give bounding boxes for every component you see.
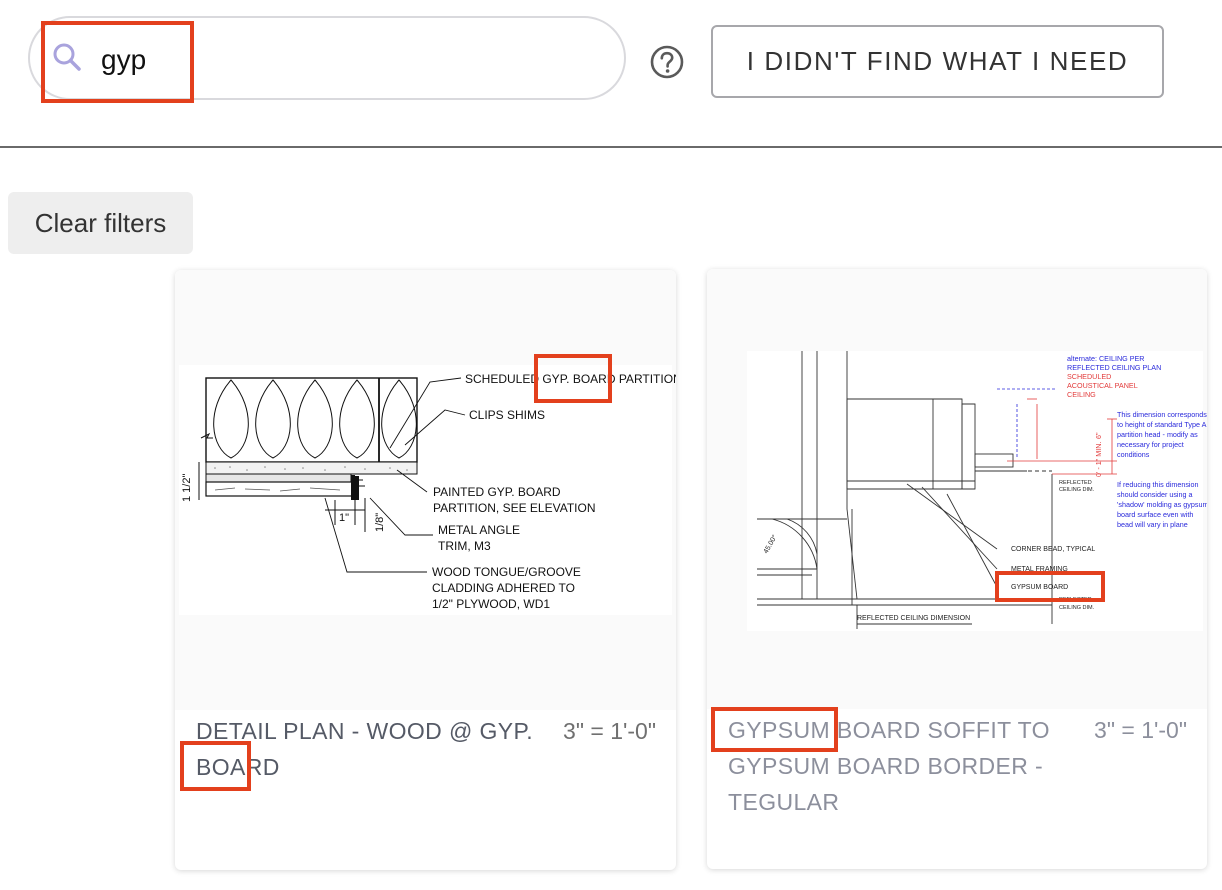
result-thumbnail: alternate: CEILING PER REFLECTED CEILING…: [707, 269, 1207, 709]
drawing-label: REFLECTED CEILING DIMENSION: [857, 615, 970, 622]
drawing-note: 0' - 1" MIN.: [1094, 442, 1103, 477]
result-scale: 3" = 1'-0": [563, 718, 656, 744]
drawing-label: 1/8": [374, 513, 386, 532]
drawing-label: CLADDING ADHERED TO: [432, 581, 575, 595]
result-title[interactable]: DETAIL PLAN - WOOD @ GYP. BOARD: [196, 713, 536, 785]
drawing-note: This dimension corresponds: [1117, 410, 1207, 419]
clear-filters-button[interactable]: Clear filters: [8, 192, 193, 254]
search-input[interactable]: [101, 40, 581, 80]
drawing-label: 1/2" PLYWOOD, WD1: [432, 597, 550, 611]
drawing-note: alternate: CEILING PER: [1067, 354, 1145, 363]
question-circle-icon[interactable]: [649, 44, 685, 80]
drawing-label: PAINTED GYP. BOARD: [433, 485, 561, 499]
drawing-note: 6": [1094, 432, 1103, 439]
drawing-note: ACOUSTICAL PANEL: [1067, 381, 1138, 390]
drawing-note: partition head - modify as: [1117, 430, 1198, 439]
drawing-note: 'shadow' molding as gypsum: [1117, 500, 1207, 509]
drawing-note: conditions: [1117, 450, 1150, 459]
drawing-label: TRIM, M3: [438, 539, 491, 553]
drawing-note: necessary for project: [1117, 440, 1184, 449]
drawing-note: If reducing this dimension: [1117, 480, 1199, 489]
drawing-label: PARTITION, SEE ELEVATION: [433, 501, 595, 515]
drawing-label: REFLECTED: [1059, 480, 1092, 486]
result-scale: 3" = 1'-0": [1094, 717, 1187, 743]
drawing-label: 1": [339, 512, 349, 524]
drawing-note: board surface even with: [1117, 510, 1193, 519]
drawing-label: CORNER BEAD, TYPICAL: [1011, 546, 1095, 553]
drawing-note: REFLECTED CEILING PLAN: [1067, 363, 1161, 372]
drawing-note: should consider using a: [1117, 490, 1193, 499]
result-card[interactable]: alternate: CEILING PER REFLECTED CEILING…: [707, 269, 1207, 869]
drawing-label: GYPSUM BOARD: [1011, 584, 1068, 591]
drawing-label: SCHEDULED GYP. BOARD PARTITION: [465, 372, 676, 386]
drawing-note: bead will vary in plane: [1117, 520, 1188, 529]
drawing-note: CEILING: [1067, 390, 1096, 399]
didnt-find-button[interactable]: I DIDN'T FIND WHAT I NEED: [711, 25, 1164, 98]
drawing-label: METAL ANGLE: [438, 523, 520, 537]
drawing-label: CLIPS SHIMS: [469, 408, 545, 422]
drawing-note: SCHEDULED: [1067, 372, 1111, 381]
detail-drawing-gypsum-soffit: alternate: CEILING PER REFLECTED CEILING…: [747, 351, 1207, 631]
header-divider: [0, 146, 1222, 148]
detail-drawing-wood-gyp: SCHEDULED GYP. BOARD PARTITION CLIPS SHI…: [179, 354, 676, 615]
result-thumbnail: SCHEDULED GYP. BOARD PARTITION CLIPS SHI…: [175, 270, 676, 710]
search-icon: [53, 43, 81, 71]
drawing-label: WOOD TONGUE/GROOVE: [432, 565, 581, 579]
result-card[interactable]: SCHEDULED GYP. BOARD PARTITION CLIPS SHI…: [175, 270, 676, 870]
drawing-label: 1 1/2": [181, 474, 193, 502]
result-title[interactable]: GYPSUM BOARD SOFFIT TO GYPSUM BOARD BORD…: [728, 712, 1068, 820]
drawing-label: CEILING DIM.: [1059, 487, 1095, 493]
drawing-label: CEILING DIM.: [1059, 605, 1095, 611]
drawing-note: to height of standard Type A: [1117, 420, 1207, 429]
